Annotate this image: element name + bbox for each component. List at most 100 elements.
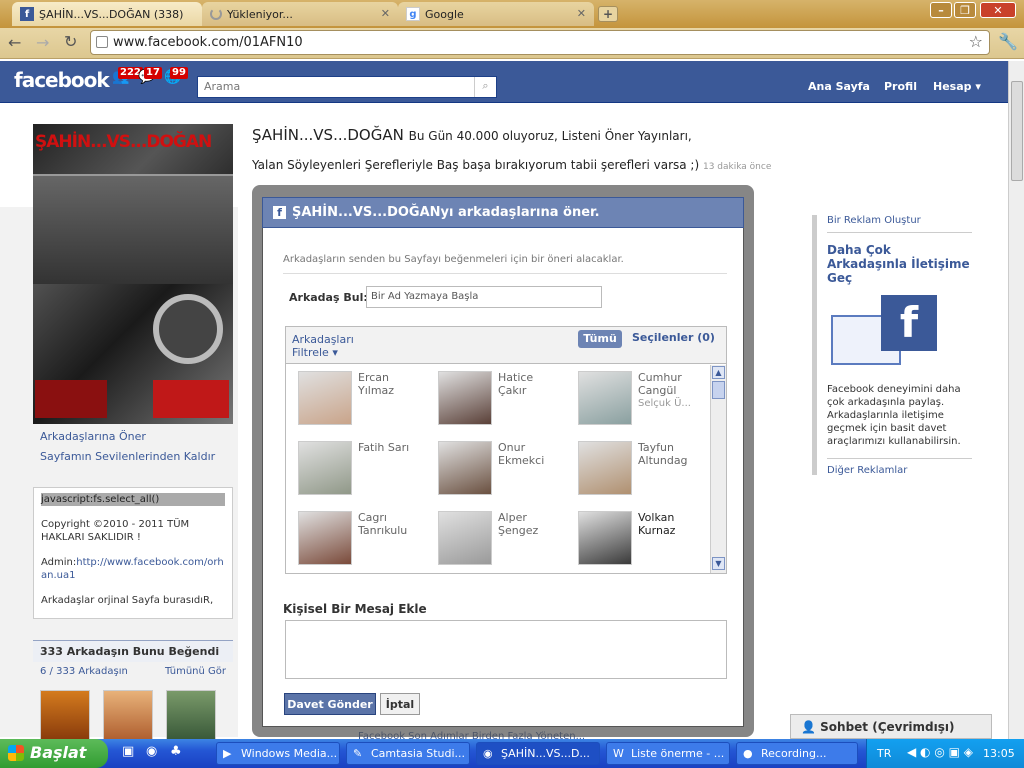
create-ad-link[interactable]: Bir Reklam Oluştur [827,215,972,233]
friend-item[interactable]: Onur Ekmekci [428,435,566,497]
remove-from-favorites-link[interactable]: Sayfamın Sevilenlerinden Kaldır [40,450,215,463]
tray-icons[interactable]: ◀ ◐ ◎ ▣ ◈ [907,745,973,759]
car-image [33,174,233,284]
friend-requests-icon[interactable]: 👥222 [112,67,143,91]
show-desktop-icon[interactable]: ▣ [122,744,134,759]
friend-item[interactable]: Cagrı Tanrıkulu [288,505,426,567]
taskbar-task[interactable]: ● Recording... [736,742,858,765]
taskbar-task[interactable]: ▶ Windows Media... [216,742,340,765]
start-button[interactable]: Başlat [0,739,108,768]
clock[interactable]: 13:05 [983,747,1015,760]
scrollbar-thumb[interactable] [1011,81,1023,181]
close-window-icon[interactable]: ✕ [980,2,1016,18]
page-scrollbar[interactable] [1008,61,1024,739]
note-text: Arkadaşlar orjinal Sayfa burasıdıR, [41,595,214,606]
friend-subtitle: Selçuk Ü... [638,398,691,409]
taskbar-task[interactable]: ✎ Camtasia Studi... [346,742,470,765]
system-tray: TR ◀ ◐ ◎ ▣ ◈ 13:05 [866,739,1024,768]
chat-bar[interactable]: 👤 Sohbet (Çevrimdışı) [790,714,992,739]
reload-icon[interactable]: ↻ [64,32,77,51]
messages-icon[interactable]: 💬17 [138,67,162,91]
filter-dropdown[interactable]: Arkadaşları Filtrele ▾ [292,333,354,359]
taskbar-task[interactable]: ◉ ŞAHİN...VS...D... [476,742,600,765]
friend-item[interactable]: Alper Şengez [428,505,566,567]
ad-title[interactable]: Daha Çok Arkadaşınla İletişime Geç [827,243,972,285]
tab-title: ŞAHİN...VS...DOĞAN (338) [39,7,184,21]
tab-title: Yükleniyor... [227,7,293,21]
task-label: ŞAHİN...VS...D... [501,747,590,760]
nav-profile[interactable]: Profil [884,80,917,93]
likes-title: 333 Arkadaşın Bunu Beğendi [33,640,233,662]
taskbar-task[interactable]: W Liste önerme - ... [606,742,730,765]
new-tab-button[interactable]: + [598,6,618,22]
friend-thumbnail[interactable] [166,690,216,740]
scrollbar-thumb[interactable] [712,381,725,399]
scroll-down-icon[interactable]: ▼ [712,557,725,570]
badge-count: 99 [170,67,188,79]
all-button[interactable]: Tümü [578,330,622,348]
forward-arrow-icon[interactable]: → [36,33,49,52]
status-time[interactable]: 13 dakika önce [703,162,771,172]
friend-item[interactable]: Cumhur Cangül Selçuk Ü... [568,365,706,427]
ad-body: Facebook deneyimini daha çok arkadaşınla… [827,383,972,459]
facebook-favicon-icon: f [20,7,34,21]
language-indicator[interactable]: TR [877,747,891,760]
task-label: Liste önerme - ... [631,747,725,760]
search-placeholder: Arama [204,80,241,93]
friend-thumbnail[interactable] [103,690,153,740]
task-app-icon: ◉ [483,747,493,760]
message-label: Kişisel Bir Mesaj Ekle [283,602,427,616]
find-friend-input[interactable]: Bir Ad Yazmaya Başla [366,286,602,308]
friend-thumbnail[interactable] [40,690,90,740]
nav-account[interactable]: Hesap ▾ [933,80,981,93]
chrome-quicklaunch-icon[interactable]: ◉ [146,744,157,759]
bookmark-star-icon[interactable]: ☆ [969,32,983,51]
friend-picture [298,511,352,565]
message-textarea[interactable] [285,620,727,679]
friend-item[interactable]: Hatice Çakır [428,365,566,427]
task-app-icon: ▶ [223,747,232,760]
ads-column: Bir Reklam Oluştur Daha Çok Arkadaşınla … [812,215,972,476]
search-input[interactable]: Arama ⌕ [197,76,497,98]
chat-label: Sohbet (Çevrimdışı) [820,720,955,734]
loading-spinner-icon [210,8,222,20]
minimize-icon[interactable]: – [930,2,952,18]
friend-item[interactable]: Tayfun Altundag [568,435,706,497]
ad-image[interactable]: f [831,295,941,375]
friend-item[interactable]: Volkan Kurnaz [568,505,706,567]
friend-item[interactable]: Fatih Sarı [288,435,426,497]
task-label: Camtasia Studi... [371,747,466,760]
suggest-to-friends-link[interactable]: Arkadaşlarına Öner [40,430,146,443]
admin-line: Admin:http://www.facebook.com/orhan.ua1 [41,556,225,582]
friend-item[interactable]: Ercan Yılmaz [288,365,426,427]
status-text: Bu Gün 40.000 oluyoruz, Listeni Öner Yay… [408,129,692,143]
friend-selector: Arkadaşları Filtrele ▾ Tümü Seçilenler (… [285,326,727,574]
likes-count[interactable]: 6 / 333 Arkadaşın [40,666,128,677]
maximize-icon[interactable]: ❐ [954,2,976,18]
friend-list-scrollbar[interactable]: ▲ ▼ [710,365,726,573]
tab-facebook[interactable]: f ŞAHİN...VS...DOĞAN (338) [12,2,202,26]
page-name[interactable]: ŞAHİN...VS...DOĞAN [252,126,404,144]
notifications-icon[interactable]: 🌐99 [164,67,188,91]
friend-picture [578,371,632,425]
back-arrow-icon[interactable]: ← [8,33,21,52]
facebook-logo[interactable]: facebook [14,68,110,92]
scroll-up-icon[interactable]: ▲ [712,366,725,379]
tab-loading[interactable]: Yükleniyor... ✕ [202,2,398,26]
nav-home[interactable]: Ana Sayfa [808,80,870,93]
selected-button[interactable]: Seçilenler (0) [632,331,715,344]
more-ads-link[interactable]: Diğer Reklamlar [827,465,972,476]
profile-picture[interactable]: ŞAHİN...VS...DOĞAN [33,124,233,424]
google-favicon-icon: g [406,7,420,21]
messenger-quicklaunch-icon[interactable]: ♣ [170,744,182,759]
profile-picture-text: ŞAHİN...VS...DOĞAN [35,132,212,152]
see-all-link[interactable]: Tümünü Gör [165,666,226,677]
tab-google[interactable]: g Google ✕ [398,2,594,26]
search-icon[interactable]: ⌕ [474,77,496,97]
close-tab-icon[interactable]: ✕ [577,7,586,20]
cancel-button[interactable]: İptal [380,693,420,715]
close-tab-icon[interactable]: ✕ [381,7,390,20]
wrench-icon[interactable]: 🔧 [998,32,1018,51]
address-bar[interactable]: www.facebook.com/01AFN10 ☆ [90,30,990,55]
send-invite-button[interactable]: Davet Gönder [284,693,376,715]
